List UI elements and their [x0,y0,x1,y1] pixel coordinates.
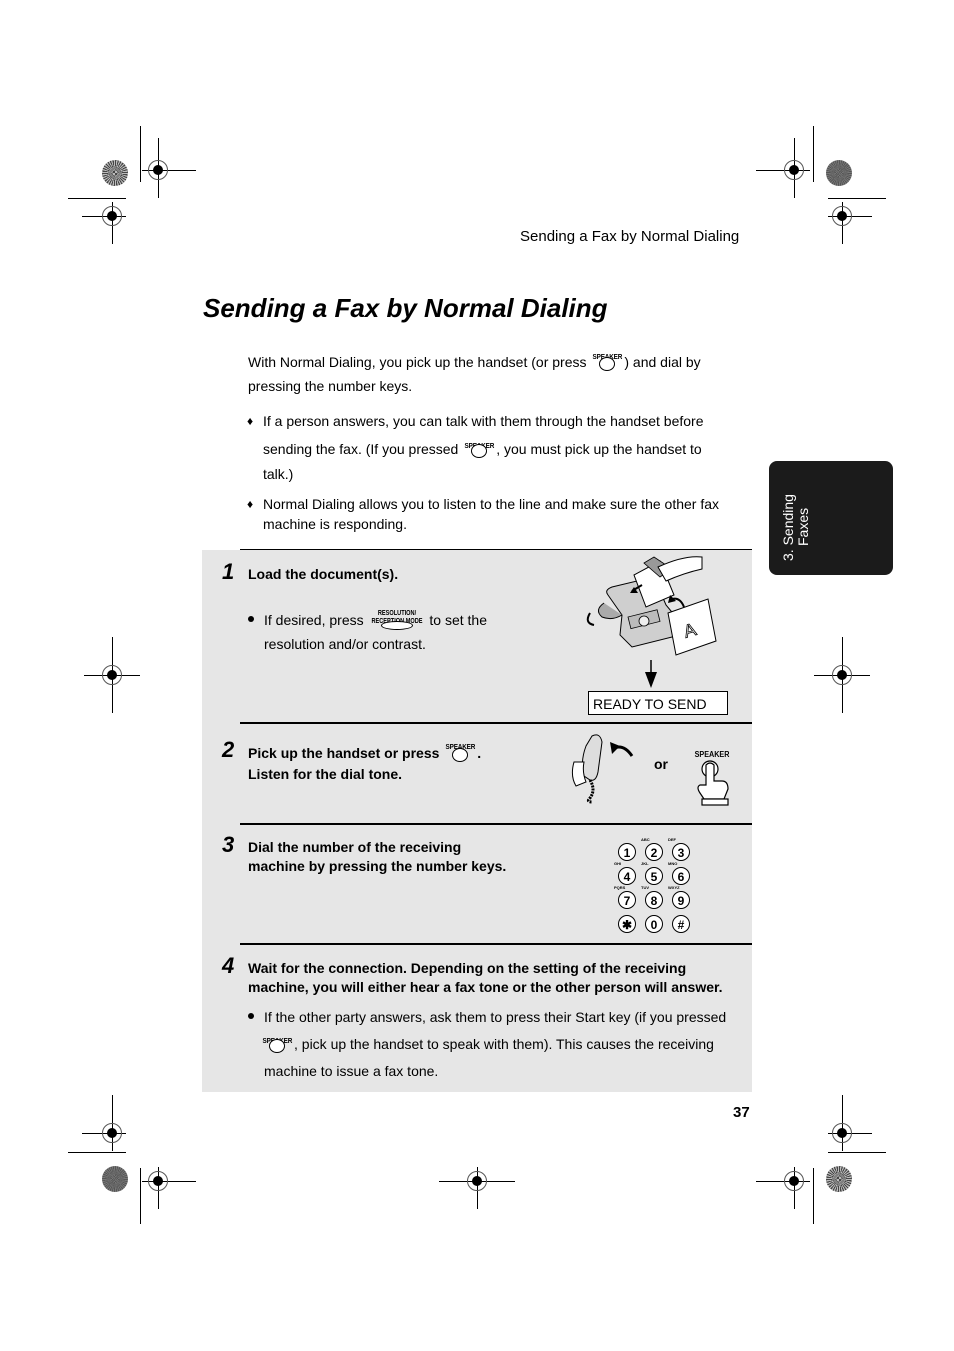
speaker-press-illustration: SPEAKER [690,750,734,808]
or-label: or [654,756,668,772]
step-divider [240,823,752,825]
lcd-display: READY TO SEND [588,691,728,715]
speaker-key-icon: SPEAKER [462,440,496,460]
keypad-key-letters: GHI [614,861,622,866]
keypad-key: 4 [618,867,636,885]
step-instruction: Dial the number of the receiving machine… [248,839,507,874]
keypad-key: 0 [645,915,663,933]
diamond-bullet-icon: ♦ [247,497,254,511]
step-number: 2 [222,737,235,762]
color-registration-target-icon [102,160,128,186]
step-divider [240,722,752,724]
color-registration-target-icon [102,1166,128,1192]
keypad-key: 8 [645,891,663,909]
color-registration-target-icon [826,160,852,186]
keypad-key: 7 [618,891,636,909]
bullet-text: , you must pick up the handset to [496,441,702,457]
chapter-tab-label: 3. Sending [780,494,796,561]
handset-illustration [571,734,634,804]
crop-mark [828,198,886,199]
bullet-text: sending the fax. (If you pressed [263,441,459,457]
speaker-key-icon: SPEAKER [443,742,477,764]
bullet-item: ♦ If a person answers, you can talk with… [247,407,743,491]
running-header: Sending a Fax by Normal Dialing [520,228,740,245]
step-instruction: Pick up the handset or press SPEAKER. Li… [248,742,482,783]
step-sub-bullet: If the other party answers, ask them to … [248,1004,748,1085]
step-number: 4 [222,953,235,978]
keypad-key-letters: TUV [641,885,649,890]
keypad-key: 6 [672,867,690,885]
resolution-reception-mode-key-icon: RESOLUTION/ RECEPTION MODE [368,610,426,631]
keypad-key: 5 [645,867,663,885]
step-sub-bullet: If desired, press RESOLUTION/ RECEPTION … [248,608,568,656]
keypad-key-letters: MNO [668,861,678,866]
page-number: 37 [733,1104,750,1121]
intro-text-after: ) and dial by [624,354,701,370]
page-title: Sending a Fax by Normal Dialing [203,293,608,323]
keypad-key: ✱ [618,915,636,933]
finger-pressing-icon [697,760,729,806]
keypad-key: 2 [645,843,663,861]
keypad-key: # [672,915,690,933]
bullet-icon [248,616,254,623]
bullet-item: ♦ Normal Dialing allows you to listen to… [247,494,743,534]
step-instruction: Load the document(s). [248,566,399,582]
crop-mark [68,1152,126,1153]
keypad-key: 3 [672,843,690,861]
speaker-key-icon: SPEAKER [260,1035,294,1055]
crop-mark [813,1168,814,1224]
step-instruction: Wait for the connection. Depending on th… [248,960,723,995]
crop-mark [828,1152,886,1153]
down-arrow-icon [645,660,657,688]
intro-text-line2: pressing the number keys. [248,378,413,394]
bullet-text: machine is responding. [263,516,407,532]
chapter-tab-label: Faxes [795,507,811,546]
step-divider [240,549,752,550]
bullet-text: talk.) [263,466,294,482]
keypad-key: 1 [618,843,636,861]
keypad-key-letters: WXYZ [668,885,680,890]
bullet-text: If a person answers, you can talk with t… [263,413,704,429]
keypad-key-letters: PQRS [614,885,626,890]
crop-mark [140,126,141,182]
crop-mark [813,126,814,182]
step-divider [240,943,752,945]
keypad-key-letters: DEF [668,837,676,842]
bullet-text: Normal Dialing allows you to listen to t… [263,496,720,512]
color-registration-target-icon [826,1166,852,1192]
chapter-tab[interactable]: 3. Sending Faxes [769,461,893,575]
intro-paragraph: With Normal Dialing, you pick up the han… [248,350,738,398]
keypad-key: 9 [672,891,690,909]
step-number: 3 [222,832,235,857]
diamond-bullet-icon: ♦ [247,414,254,428]
keypad-key-letters: JKL [641,861,649,866]
crop-mark [68,198,126,199]
step-number: 1 [222,559,235,584]
crop-mark [140,1168,141,1224]
keypad-key-letters: ABC [641,837,650,842]
bullet-icon [248,1013,254,1020]
intro-text: With Normal Dialing, you pick up the han… [248,354,587,370]
speaker-key-icon: SPEAKER [590,352,624,373]
fax-machine-illustration: A [586,556,717,656]
